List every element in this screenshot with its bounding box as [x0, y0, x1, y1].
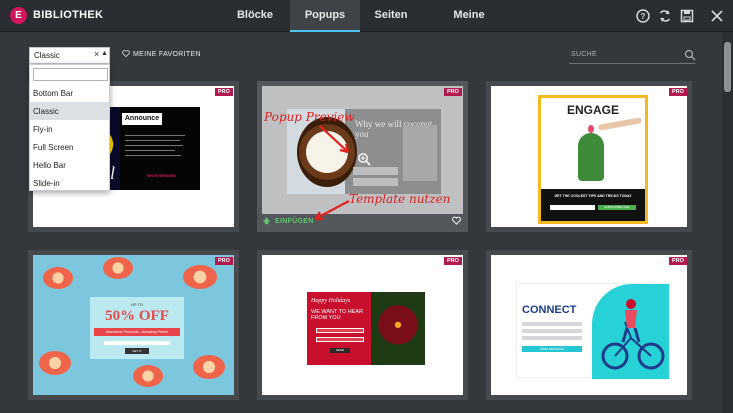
template-card-engage[interactable]: ENGAGE GET THE COOLEST TIPS AND TRICKS T…	[486, 81, 692, 232]
heart-icon	[122, 50, 130, 58]
category-dropdown: Bottom Bar Classic Fly-in Full Screen He…	[29, 64, 110, 191]
engage-popup: ENGAGE GET THE COOLEST TIPS AND TRICKS T…	[538, 95, 648, 224]
holiday-script: Happy Holidays	[311, 298, 351, 304]
connect-popup: CONNECT SEND MESSAGE	[516, 283, 669, 379]
insert-arrow-icon: 🡅	[263, 218, 271, 225]
grapefruit-small-text: UP TO	[130, 302, 143, 307]
tab-bloecke[interactable]: Blöcke	[230, 0, 280, 32]
engage-button: SUBSCRIBE NOW	[598, 205, 636, 210]
search-input[interactable]: SUCHE	[571, 51, 597, 58]
search-icon[interactable]	[684, 49, 696, 61]
close-icon[interactable]	[708, 7, 726, 25]
template-thumbnail[interactable]: UP TO 50% OFF Awesome Products - Amazing…	[33, 255, 234, 395]
option-fly-in[interactable]: Fly-in	[30, 120, 109, 138]
chevron-up-icon[interactable]: ▲	[101, 50, 108, 57]
option-full-screen[interactable]: Full Screen	[30, 138, 109, 156]
save-icon[interactable]	[678, 7, 696, 25]
sync-icon[interactable]	[656, 7, 674, 25]
engage-title: ENGAGE	[566, 103, 619, 117]
pro-badge: PRO	[669, 257, 687, 265]
tab-meine-templates[interactable]: Meine Templates	[430, 0, 508, 51]
grapefruit-ribbon: Awesome Products - Amazing Prices	[94, 328, 180, 336]
library-header: E BIBLIOTHEK Blöcke Popups Seiten Meine …	[0, 0, 733, 51]
favorites-label: MEINE FAVORITEN	[133, 51, 201, 58]
clear-select-icon[interactable]: ×	[94, 49, 99, 59]
svg-text:?: ?	[641, 12, 646, 21]
coconut-map	[403, 125, 437, 181]
grapefruit-popup: UP TO 50% OFF Awesome Products - Amazing…	[90, 297, 184, 359]
grapefruit-headline: 50% OFF	[105, 308, 169, 324]
connect-title: CONNECT	[522, 304, 577, 316]
option-bottom-bar[interactable]: Bottom Bar	[30, 84, 109, 102]
template-thumbnail[interactable]: Happy Holidays WE WANT TO HEAR FROM YOU …	[262, 255, 463, 395]
annotation-popup-preview: Popup Preview	[264, 110, 355, 124]
cyclist-illustration	[601, 299, 665, 370]
template-card-connect[interactable]: CONNECT SEND MESSAGE	[486, 250, 692, 400]
holiday-headline: WE WANT TO HEAR FROM YOU	[311, 309, 364, 321]
pro-badge: PRO	[444, 88, 462, 96]
insert-button[interactable]: 🡅 EINFÜGEN	[263, 217, 314, 228]
preview-zoom-icon[interactable]	[357, 152, 371, 166]
template-card-grapefruit[interactable]: UP TO 50% OFF Awesome Products - Amazing…	[28, 250, 239, 400]
template-thumbnail[interactable]: CONNECT SEND MESSAGE	[491, 255, 687, 395]
cactus-image	[578, 133, 604, 181]
option-slide-in[interactable]: Slide-in	[30, 174, 109, 192]
my-favorites-filter[interactable]: MEINE FAVORITEN	[122, 50, 201, 58]
annotation-arrow-use	[314, 200, 350, 221]
insert-label: EINFÜGEN	[275, 218, 314, 225]
announce-title: Announce	[122, 113, 162, 125]
holiday-popup: Happy Holidays WE WANT TO HEAR FROM YOU …	[307, 292, 425, 365]
elementor-logo-icon: E	[10, 7, 27, 24]
template-card-coconut[interactable]: Why we will coconut you	[257, 81, 468, 232]
dropdown-search-input[interactable]	[33, 68, 108, 81]
template-thumbnail[interactable]: ENGAGE GET THE COOLEST TIPS AND TRICKS T…	[491, 86, 687, 227]
option-hello-bar[interactable]: Hello Bar	[30, 156, 109, 174]
connect-button: SEND MESSAGE	[522, 346, 582, 352]
scrollbar-thumb[interactable]	[724, 42, 731, 92]
pro-badge: PRO	[669, 88, 687, 96]
annotation-arrow-preview	[319, 125, 350, 154]
tab-seiten[interactable]: Seiten	[368, 0, 414, 32]
pro-badge: PRO	[215, 257, 233, 265]
pro-badge: PRO	[444, 257, 462, 265]
template-card-holiday[interactable]: Happy Holidays WE WANT TO HEAR FROM YOU …	[257, 250, 468, 400]
favorite-heart-icon[interactable]	[452, 216, 461, 225]
pro-badge: PRO	[215, 88, 233, 96]
scrollbar[interactable]	[722, 32, 733, 413]
grapefruit-button: GET IT	[125, 348, 149, 354]
help-icon[interactable]: ?	[634, 7, 652, 25]
holiday-tree-image	[371, 292, 425, 365]
holiday-button: SEND	[330, 348, 350, 353]
engage-tagline: GET THE COOLEST TIPS AND TRICKS TODAY	[554, 194, 632, 198]
tab-popups[interactable]: Popups	[290, 0, 360, 32]
option-classic[interactable]: Classic	[30, 102, 109, 120]
search-underline	[569, 63, 695, 64]
annotation-template-nutzen: Template nutzen	[349, 192, 451, 206]
announce-button: REGISTER NOW!	[147, 174, 176, 178]
coconut-line2: you	[355, 129, 369, 139]
app-title: BIBLIOTHEK	[33, 9, 104, 21]
